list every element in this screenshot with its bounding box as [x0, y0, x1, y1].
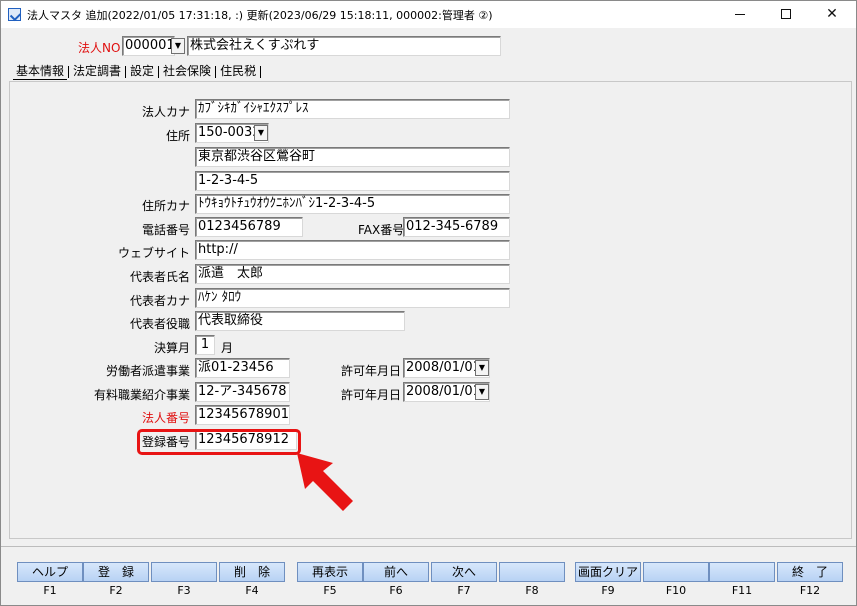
tab-divider: [158, 65, 160, 78]
fkey-f1-button[interactable]: ヘルプ: [17, 562, 83, 582]
app-icon: [8, 8, 21, 21]
tab-divider: [260, 65, 262, 78]
dispatch-date-label: 許可年月日: [341, 364, 402, 378]
placement-date-dropdown-icon[interactable]: ▼: [475, 384, 489, 400]
fkey-f11-label: F11: [731, 584, 753, 597]
fkey-f8-button[interactable]: [499, 562, 565, 582]
address-kana-field[interactable]: ﾄｳｷｮｳﾄﾁｭｳｵｳｸﾆﾎﾝﾊﾞｼ1-2-3-4-5: [195, 194, 510, 214]
fkey-f10-button[interactable]: [643, 562, 709, 582]
fkey-f11-button[interactable]: [709, 562, 775, 582]
title-bar: 法人マスタ 追加(2022/01/05 17:31:18, :) 更新(2023…: [1, 1, 856, 28]
fkey-f4-button[interactable]: 削 除: [219, 562, 285, 582]
fkey-f9-label: F9: [601, 584, 615, 597]
address1-field[interactable]: 東京都渋谷区鶯谷町: [195, 147, 510, 167]
tab-divider: [125, 65, 127, 78]
fkey-f6-button[interactable]: 前へ: [363, 562, 429, 582]
fkey-f12-label: F12: [799, 584, 821, 597]
fkey-f2-label: F2: [109, 584, 123, 597]
window-title: 法人マスタ 追加(2022/01/05 17:31:18, :) 更新(2023…: [27, 9, 493, 22]
app-window: 法人マスタ 追加(2022/01/05 17:31:18, :) 更新(2023…: [0, 0, 857, 606]
corp-name-field[interactable]: 株式会社えくすぷれす: [187, 36, 501, 56]
fkey-f3-button[interactable]: [151, 562, 217, 582]
fkey-f8-label: F8: [525, 584, 539, 597]
fkey-f2-button[interactable]: 登 録: [83, 562, 149, 582]
fkey-f7-button[interactable]: 次へ: [431, 562, 497, 582]
fax-field[interactable]: 012-345-6789: [403, 217, 510, 237]
website-field[interactable]: http://: [195, 240, 510, 260]
tab-social-insurance[interactable]: 社会保険: [160, 63, 214, 79]
maximize-button[interactable]: [763, 1, 809, 28]
fiscal-month-label: 決算月: [153, 341, 190, 355]
corp-kana-label: 法人カナ: [141, 105, 190, 119]
tab-basic-info[interactable]: 基本情報: [13, 63, 68, 80]
tab-resident-tax[interactable]: 住民税: [217, 63, 259, 79]
rep-kana-label: 代表者カナ: [129, 294, 190, 308]
fkey-f1-label: F1: [43, 584, 57, 597]
address2-field[interactable]: 1-2-3-4-5: [195, 171, 510, 191]
fkey-f3-label: F3: [177, 584, 191, 597]
fkey-f10-label: F10: [665, 584, 687, 597]
address-label: 住所: [165, 129, 190, 143]
fkey-f6-label: F6: [389, 584, 403, 597]
pointer-arrow-icon: [297, 453, 353, 511]
rep-title-label: 代表者役職: [129, 317, 190, 331]
fkey-f9-button[interactable]: 画面クリア: [575, 562, 641, 582]
corp-number-label: 法人番号: [141, 411, 190, 425]
placement-business-label: 有料職業紹介事業: [93, 388, 190, 402]
fiscal-month-unit: 月: [221, 341, 234, 355]
fkey-f4-label: F4: [245, 584, 259, 597]
address-kana-label: 住所カナ: [141, 199, 190, 213]
rep-kana-field[interactable]: ﾊｹﾝ ﾀﾛｳ: [195, 288, 510, 308]
rep-name-label: 代表者氏名: [129, 270, 190, 284]
tab-statutory-reports[interactable]: 法定調書: [70, 63, 124, 79]
fkey-f12-button[interactable]: 終 了: [777, 562, 843, 582]
website-label: ウェブサイト: [117, 246, 190, 260]
phone-field[interactable]: 0123456789: [195, 217, 303, 237]
dispatch-license-field[interactable]: 派01-23456: [195, 358, 290, 378]
dispatch-business-label: 労働者派遣事業: [105, 364, 190, 378]
tab-strip: 基本情報 法定調書 設定 社会保険 住民税: [13, 63, 262, 81]
placement-license-field[interactable]: 12-ア-345678: [195, 382, 290, 402]
dispatch-date-dropdown-icon[interactable]: ▼: [475, 360, 489, 376]
rep-name-field[interactable]: 派遣 太郎: [195, 264, 510, 284]
corp-number-field[interactable]: 1234567890123: [195, 405, 290, 425]
corp-no-select[interactable]: 000001: [122, 36, 175, 56]
corp-no-label: 法人NO: [78, 41, 121, 55]
corp-no-dropdown-icon[interactable]: ▼: [171, 38, 185, 54]
registration-highlight-box: [137, 429, 301, 455]
fkey-f5-label: F5: [323, 584, 337, 597]
fax-label: FAX番号: [358, 223, 405, 237]
tab-settings[interactable]: 設定: [127, 63, 157, 79]
rep-title-field[interactable]: 代表取締役: [195, 311, 405, 331]
tab-divider: [215, 65, 217, 78]
postal-dropdown-icon[interactable]: ▼: [254, 125, 268, 141]
corp-kana-field[interactable]: ｶﾌﾞｼｷｶﾞｲｼｬｴｸｽﾌﾟﾚｽ: [195, 99, 510, 119]
phone-label: 電話番号: [141, 223, 190, 237]
fkey-f7-label: F7: [457, 584, 471, 597]
maximize-icon: [781, 9, 791, 19]
tab-divider: [68, 65, 70, 78]
footer-divider: [1, 546, 856, 547]
minimize-button[interactable]: [717, 1, 763, 28]
placement-date-label: 許可年月日: [341, 388, 402, 402]
fiscal-month-field[interactable]: 1: [195, 335, 215, 355]
minimize-icon: [735, 13, 745, 15]
fkey-f5-button[interactable]: 再表示: [297, 562, 363, 582]
close-button[interactable]: ✕: [809, 1, 855, 28]
